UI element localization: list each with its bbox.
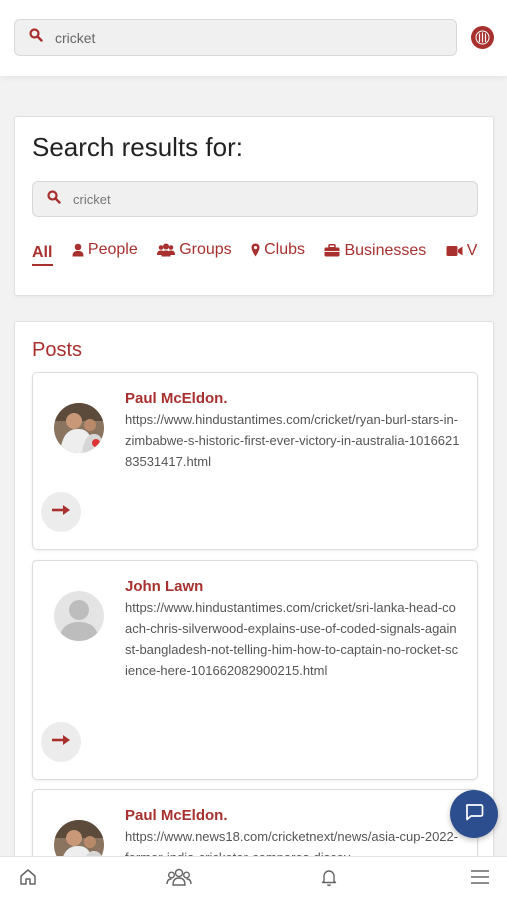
users-icon bbox=[157, 243, 176, 257]
post-link[interactable]: https://www.hindustantimes.com/cricket/r… bbox=[125, 409, 460, 472]
post-author[interactable]: John Lawn bbox=[125, 578, 203, 595]
active-tab-underline bbox=[32, 264, 53, 266]
top-search-input[interactable]: cricket bbox=[14, 19, 457, 56]
tab-businesses-label: Businesses bbox=[344, 241, 427, 259]
bell-icon bbox=[319, 867, 339, 892]
nav-notifications[interactable] bbox=[318, 868, 340, 890]
home-icon bbox=[18, 867, 38, 892]
posts-title: Posts bbox=[32, 339, 83, 361]
map-marker-icon bbox=[251, 243, 260, 257]
search-icon bbox=[47, 189, 61, 209]
chat-icon bbox=[464, 802, 484, 827]
nav-home[interactable] bbox=[17, 868, 39, 890]
tab-videos[interactable]: Vide bbox=[446, 240, 478, 262]
post-card[interactable]: John Lawn https://www.hindustantimes.com… bbox=[32, 560, 478, 780]
tab-clubs[interactable]: Clubs bbox=[251, 239, 305, 261]
nav-menu[interactable] bbox=[469, 868, 491, 890]
tab-people[interactable]: People bbox=[72, 239, 138, 261]
bottom-nav bbox=[0, 856, 507, 900]
post-author[interactable]: Paul McEldon. bbox=[125, 390, 228, 407]
tab-all-label: All bbox=[32, 244, 53, 261]
nav-community[interactable] bbox=[166, 868, 192, 890]
search-results-card: Search results for: cricket All People G… bbox=[14, 116, 494, 296]
result-tabs: All People Groups Clubs Businesses V bbox=[32, 239, 478, 269]
tab-clubs-label: Clubs bbox=[264, 241, 306, 258]
user-icon bbox=[72, 243, 84, 257]
community-icon bbox=[166, 867, 192, 892]
open-post-button[interactable] bbox=[41, 492, 81, 532]
search-icon bbox=[29, 28, 43, 47]
open-post-button[interactable] bbox=[41, 722, 81, 762]
post-link[interactable]: https://www.hindustantimes.com/cricket/s… bbox=[125, 597, 460, 681]
tab-groups-label: Groups bbox=[179, 241, 232, 258]
tab-all[interactable]: All bbox=[32, 242, 52, 264]
top-search-value: cricket bbox=[55, 29, 96, 46]
brand-logo-icon[interactable] bbox=[471, 26, 494, 49]
briefcase-icon bbox=[324, 244, 340, 257]
chat-button[interactable] bbox=[450, 790, 498, 838]
tab-videos-label: Vide bbox=[466, 242, 478, 259]
top-bar: cricket bbox=[0, 0, 507, 76]
tab-businesses[interactable]: Businesses bbox=[324, 240, 426, 262]
menu-icon bbox=[470, 867, 490, 892]
tab-people-label: People bbox=[87, 241, 138, 258]
search-input[interactable]: cricket bbox=[32, 181, 478, 217]
arrow-right-icon bbox=[51, 503, 71, 521]
avatar[interactable] bbox=[54, 591, 104, 641]
arrow-right-icon bbox=[51, 733, 71, 751]
search-results-title: Search results for: bbox=[32, 132, 243, 162]
avatar[interactable] bbox=[54, 403, 104, 453]
search-input-value: cricket bbox=[73, 191, 111, 207]
post-author[interactable]: Paul McEldon. bbox=[125, 807, 228, 824]
post-card[interactable]: Paul McEldon. https://www.hindustantimes… bbox=[32, 372, 478, 550]
video-icon bbox=[446, 245, 463, 257]
tab-groups[interactable]: Groups bbox=[157, 239, 232, 261]
posts-card: Posts Paul McEldon. https://www.hindusta… bbox=[14, 321, 494, 900]
